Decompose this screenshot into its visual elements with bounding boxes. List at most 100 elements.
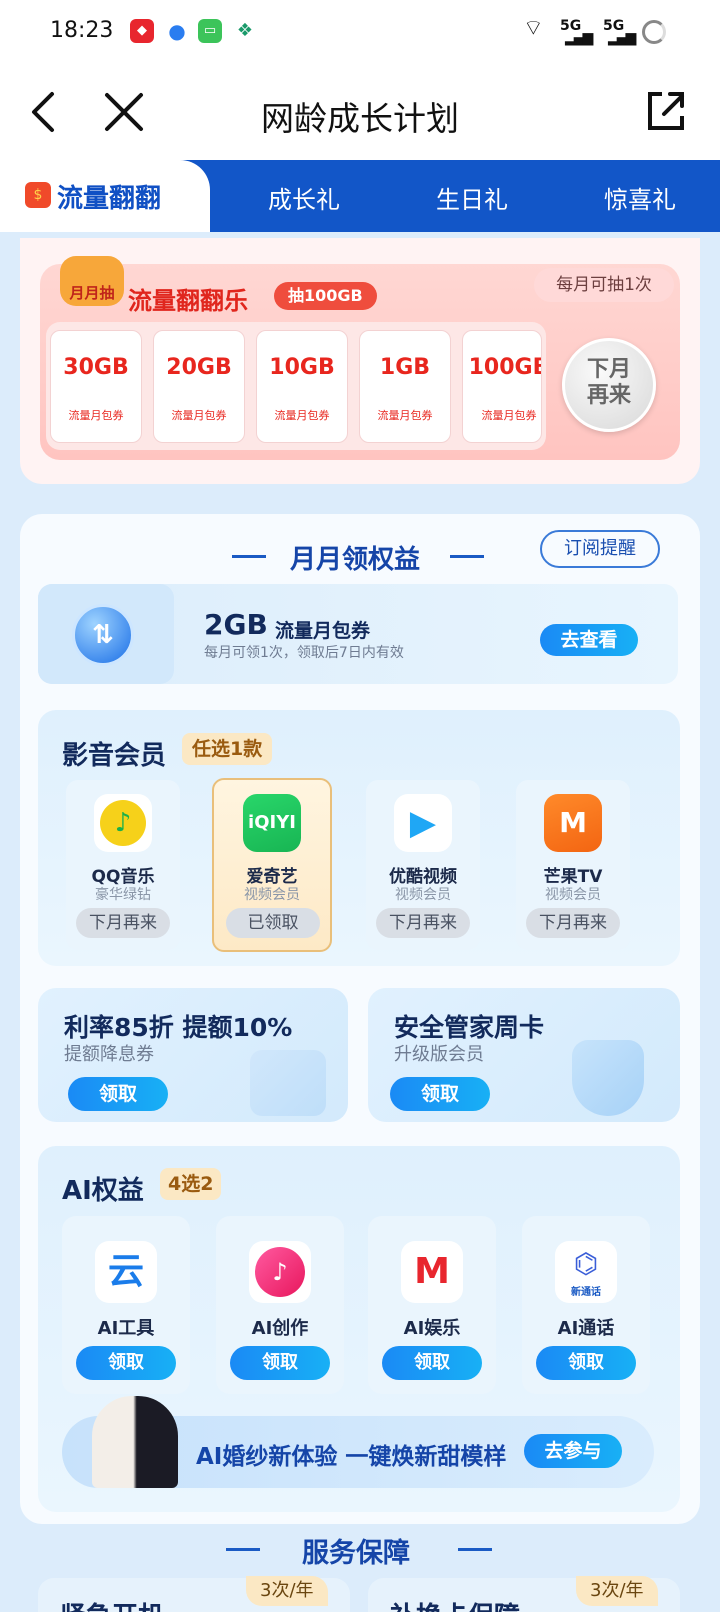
- coupon-label: 流量月包券: [377, 409, 433, 422]
- tab-shengri[interactable]: 生日礼: [436, 180, 508, 215]
- ai-claim-button[interactable]: 领取: [230, 1346, 330, 1380]
- coupon-amount: 100GB: [468, 355, 542, 380]
- loan-sub: 提额降息券: [64, 1044, 154, 1065]
- service-title: 服务保障: [302, 1538, 410, 1569]
- notification-app-icon: ◆: [130, 19, 154, 43]
- shield-icon: [572, 1040, 644, 1116]
- media-tag: 任选1款: [182, 733, 273, 765]
- media-item-mangotv[interactable]: M 芒果TV 视频会员 下月再来: [516, 780, 630, 950]
- wedding-banner-text: AI婚纱新体验 一键焕新甜模样: [196, 1444, 507, 1470]
- data-coupon-name: 流量月包券: [275, 620, 371, 642]
- coin-decoration-icon: [250, 1050, 326, 1116]
- ai-call-icon: ⌬ 新通话: [555, 1241, 617, 1303]
- data-coupon-desc: 每月可领1次，领取后7日内有效: [204, 645, 404, 661]
- coupon-amount: 20GB: [166, 355, 232, 380]
- tab-bar: $ 流量翻翻 成长礼 生日礼 惊喜礼: [0, 160, 720, 232]
- ai-item-entertain[interactable]: M AI娱乐 领取: [368, 1216, 496, 1394]
- ai-call-app-label: 新通话: [571, 1287, 601, 1298]
- ai-claim-button[interactable]: 领取: [382, 1346, 482, 1380]
- coupon-card: 10GB 流量月包券: [256, 330, 348, 443]
- ai-claim-button[interactable]: 领取: [76, 1346, 176, 1380]
- ai-entertain-icon: M: [401, 1241, 463, 1303]
- flip-tag: 抽100GB: [274, 282, 377, 310]
- qq-music-icon: ♪: [94, 794, 152, 852]
- title-bar: 网龄成长计划: [0, 64, 720, 160]
- share-icon[interactable]: [646, 90, 686, 132]
- subscribe-button[interactable]: 订阅提醒: [540, 530, 660, 568]
- ai-name: AI工具: [97, 1318, 155, 1339]
- media-item-iqiyi[interactable]: iQIYI 爱奇艺 视频会员 已领取: [212, 778, 332, 952]
- status-bar: 18:23 ◆ ● ▭ ❖ ⌔ 5G ▂▄▆ 5G ▂▄▆: [0, 0, 720, 64]
- tab-jingxi[interactable]: 惊喜礼: [604, 180, 676, 215]
- ai-name: AI通话: [557, 1318, 615, 1339]
- couple-image: [92, 1396, 178, 1488]
- coupon-label: 流量月包券: [481, 409, 537, 422]
- mascot-badge: 月月抽: [60, 256, 124, 306]
- tab-liuliang[interactable]: $ 流量翻翻: [0, 160, 210, 232]
- coupon-card: 30GB 流量月包券: [50, 330, 142, 443]
- media-item-qqmusic[interactable]: ♪ QQ音乐 豪华绿钻 下月再来: [66, 780, 180, 950]
- signal-icon: ▂▄▆: [608, 30, 636, 46]
- coupon-label: 流量月包券: [171, 409, 227, 422]
- join-button[interactable]: 去参与: [524, 1434, 622, 1468]
- media-item-youku[interactable]: ▶ 优酷视频 视频会员 下月再来: [366, 780, 480, 950]
- ai-title: AI权益: [62, 1176, 144, 1206]
- service-freq: 3次/年: [246, 1576, 328, 1606]
- notification-app-icon: ❖: [233, 19, 257, 43]
- media-sub: 视频会员: [244, 887, 300, 903]
- view-button[interactable]: 去查看: [540, 624, 638, 656]
- service-title-text: 紧急开机: [60, 1596, 164, 1612]
- coupon-amount: 10GB: [269, 355, 335, 380]
- title-dash-left: [226, 1548, 260, 1551]
- security-claim-button[interactable]: 领取: [390, 1077, 490, 1111]
- flip-title: 流量翻翻乐: [128, 287, 248, 315]
- red-packet-icon: $: [25, 182, 51, 208]
- data-flow-icon: ⇅: [72, 604, 134, 666]
- security-title: 安全管家周卡: [394, 1013, 545, 1042]
- iqiyi-icon: iQIYI: [243, 794, 301, 852]
- ai-item-create[interactable]: ♪ AI创作 领取: [216, 1216, 344, 1394]
- wifi-icon: ⌔: [523, 16, 544, 41]
- media-title: 影音会员: [62, 741, 167, 771]
- flip-limit: 每月可抽1次: [534, 268, 674, 302]
- title-dash-left: [232, 555, 266, 558]
- title-dash-right: [450, 555, 484, 558]
- security-sub: 升级版会员: [394, 1044, 484, 1065]
- media-sub: 豪华绿钻: [95, 887, 151, 903]
- ai-tool-icon: 云: [95, 1241, 157, 1303]
- coupon-card: 20GB 流量月包券: [153, 330, 245, 443]
- signal-icon: ▂▄▆: [565, 30, 593, 46]
- data-amount: 2GB: [204, 608, 268, 641]
- tab-label: 流量翻翻: [57, 184, 162, 214]
- ai-claim-button[interactable]: 领取: [536, 1346, 636, 1380]
- coupon-label: 流量月包券: [68, 409, 124, 422]
- media-status-button[interactable]: 下月再来: [526, 908, 620, 938]
- media-status-button[interactable]: 下月再来: [376, 908, 470, 938]
- service-title-text: 补换卡保障: [390, 1596, 520, 1612]
- media-sub: 视频会员: [395, 887, 451, 903]
- coupon-label: 流量月包券: [274, 409, 330, 422]
- ai-create-icon: ♪: [249, 1241, 311, 1303]
- ai-name: AI创作: [251, 1318, 309, 1339]
- ai-item-tool[interactable]: 云 AI工具 领取: [62, 1216, 190, 1394]
- tab-chengzhang[interactable]: 成长礼: [268, 180, 340, 215]
- loan-claim-button[interactable]: 领取: [68, 1077, 168, 1111]
- battery-icon: [642, 20, 666, 44]
- media-sub: 视频会员: [545, 887, 601, 903]
- next-month-button[interactable]: 下月再来: [562, 338, 656, 432]
- monthly-title: 月月领权益: [290, 545, 421, 575]
- media-status-button[interactable]: 已领取: [226, 908, 320, 938]
- page-title: 网龄成长计划: [261, 99, 459, 138]
- ai-tag: 4选2: [160, 1168, 222, 1200]
- status-time: 18:23: [50, 18, 114, 43]
- service-freq: 3次/年: [576, 1576, 658, 1606]
- youku-play-icon: ▶: [394, 794, 452, 852]
- coupon-card: 1GB 流量月包券: [359, 330, 451, 443]
- coupon-card: 100GB 流量月包券: [462, 330, 542, 443]
- ai-item-call[interactable]: ⌬ 新通话 AI通话 领取: [522, 1216, 650, 1394]
- title-dash-right: [458, 1548, 492, 1551]
- loan-title: 利率85折 提额10%: [64, 1013, 293, 1042]
- media-status-button[interactable]: 下月再来: [76, 908, 170, 938]
- coupon-amount: 1GB: [379, 355, 431, 380]
- coupon-amount: 30GB: [63, 355, 129, 380]
